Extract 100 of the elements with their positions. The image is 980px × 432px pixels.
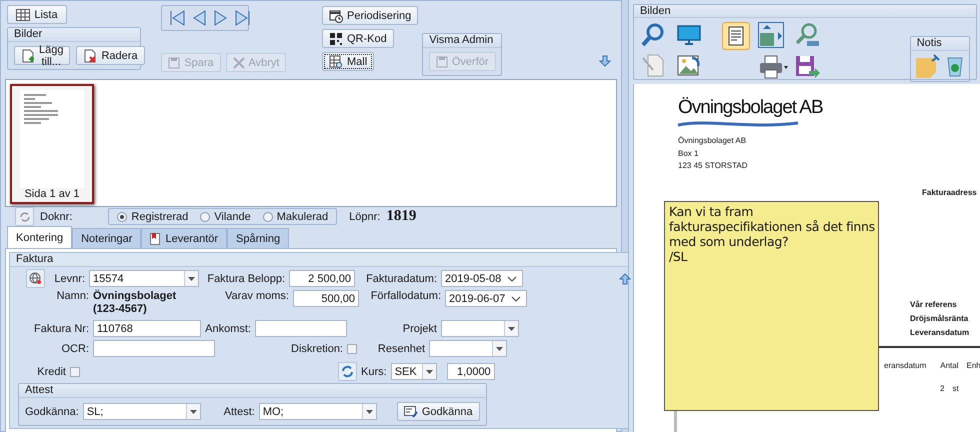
refresh-button[interactable] (338, 362, 357, 381)
field-label: Godkänna: (25, 406, 79, 418)
list-button[interactable]: Lista (7, 5, 67, 24)
address-line: 123 45 STORSTAD (678, 160, 749, 172)
table-cell-text: st (952, 382, 959, 395)
add-button[interactable]: Lägg till... (14, 46, 70, 65)
vat-field[interactable]: 500,00 (293, 290, 359, 307)
table-magnifier-icon (329, 54, 343, 68)
reference-label: Dröjsmålsränta (910, 313, 970, 326)
approve-button[interactable]: Godkänna (396, 402, 480, 421)
table-icon (16, 8, 30, 20)
supplier-name: Övningsbolaget (123-4567) (93, 290, 178, 316)
zoom-100-icon (794, 22, 820, 48)
tab[interactable]: Leverantör (141, 228, 228, 248)
bookmark-document-icon (150, 232, 160, 244)
doknr-label: Doknr: (40, 210, 72, 222)
qr-code-button[interactable]: QR-Kod (322, 29, 394, 48)
periodisering-button[interactable]: Periodisering (322, 6, 418, 25)
amount-field[interactable]: 2 500,00 (289, 270, 355, 287)
chevron-down-icon[interactable] (511, 296, 521, 302)
column-header: eransdatum (884, 360, 926, 372)
certificate-pen-icon (404, 406, 418, 418)
search-icon (640, 22, 666, 48)
field-label: Attest: (222, 406, 255, 418)
group-title: Bilder (14, 28, 42, 40)
chevron-down-icon[interactable] (507, 276, 517, 282)
field-label: Resenhet (376, 342, 425, 354)
template-button[interactable]: Mall (322, 52, 374, 71)
lopnr-value: 1819 (386, 208, 416, 225)
currency-combo[interactable]: SEK (390, 363, 437, 380)
group-title: Bilden (640, 5, 671, 17)
field-label: Faktura Nr: (32, 322, 89, 334)
column-header: Antal (940, 360, 958, 372)
field-label: Kredit (36, 366, 66, 378)
magic-wand-document-icon (640, 52, 666, 78)
dropdown-button[interactable] (492, 341, 506, 356)
approver-combo[interactable]: SL; (82, 403, 201, 420)
dropdown-button[interactable] (184, 271, 198, 286)
group-title: Notis (916, 37, 942, 49)
section-title: Faktura (16, 253, 54, 265)
fit-page-icon (758, 22, 784, 48)
dropdown-button[interactable] (362, 404, 376, 419)
credit-checkbox[interactable] (70, 366, 80, 376)
status-radio[interactable]: Registrerad (117, 210, 188, 222)
field-label: Diskretion: (290, 342, 343, 354)
discretion-checkbox[interactable] (347, 344, 357, 354)
caret-icon (426, 370, 433, 374)
field-label: Projekt (402, 322, 437, 334)
tab[interactable]: Kontering (7, 226, 72, 248)
caret-icon (508, 326, 515, 330)
status-radio[interactable]: Makulerad (262, 210, 328, 222)
field-label: Fakturadatum: (365, 272, 437, 284)
calendar-clock-icon (329, 8, 343, 22)
field-label: Faktura Belopp: (206, 272, 285, 284)
dropdown-button[interactable] (186, 404, 200, 419)
sticky-note-icon (914, 53, 941, 79)
group-title: Visma Admin (429, 34, 494, 46)
company-logo: Övningsbolaget AB (678, 98, 823, 119)
qr-code-icon (329, 32, 343, 46)
ocr-field[interactable] (93, 340, 215, 357)
status-radio[interactable]: Vilande (200, 210, 251, 222)
last-page-icon (234, 9, 252, 27)
field-label: OCR: (60, 342, 89, 354)
delete-button[interactable]: Radera (76, 46, 145, 65)
field-label: Förfallodatum: (370, 290, 441, 302)
dropdown-button[interactable] (504, 321, 518, 336)
attester-combo[interactable]: MO; (258, 403, 377, 420)
column-header: Enh (966, 360, 980, 372)
caret-icon (496, 346, 503, 350)
document-delete-icon (83, 48, 98, 62)
floppy-export-icon (794, 54, 820, 80)
document-plus-icon (21, 48, 35, 62)
arrival-field[interactable] (255, 320, 347, 337)
field-label: Varav moms: (224, 290, 289, 302)
field-label: Kurs: (361, 366, 387, 378)
caret-icon (188, 276, 195, 280)
document-view-icon (722, 22, 750, 50)
date-field[interactable]: 2019-05-08 (441, 270, 523, 287)
first-page-icon (168, 9, 186, 27)
levnr-field[interactable]: 15574 (89, 270, 199, 287)
field-label: Ankomst: (205, 322, 251, 334)
reference-label: Leveransdatum (910, 327, 970, 340)
reference-label: Vår referens (910, 299, 958, 312)
tab[interactable]: Noteringar (72, 228, 142, 248)
refresh-icon (18, 210, 30, 222)
tab[interactable]: Spårning (227, 228, 290, 248)
exchange-rate-field[interactable]: 1,0000 (446, 363, 495, 380)
invoice-address-heading: Fakturaadress (922, 187, 977, 200)
caret-icon (366, 410, 373, 414)
dropdown-button[interactable] (422, 364, 436, 379)
sticky-note[interactable]: Kan vi ta fram fakturaspecifikationen så det finns med som underlag? /SL (664, 201, 879, 411)
field-label: Levnr: (53, 272, 85, 284)
lopnr-label: Löpnr: (349, 210, 380, 222)
address-line: Box 1 (678, 148, 700, 160)
globe-button[interactable] (26, 269, 45, 288)
page-caption: Sida 1 av 1 (23, 188, 81, 202)
date-field[interactable]: 2019-06-07 (445, 290, 527, 307)
page-thumbnail[interactable]: Sida 1 av 1 (10, 84, 94, 204)
note-text: Kan vi ta fram fakturaspecifikationen så det finns med som underlag? /SL (669, 204, 874, 264)
invoice-number-field[interactable]: 110768 (93, 320, 201, 337)
